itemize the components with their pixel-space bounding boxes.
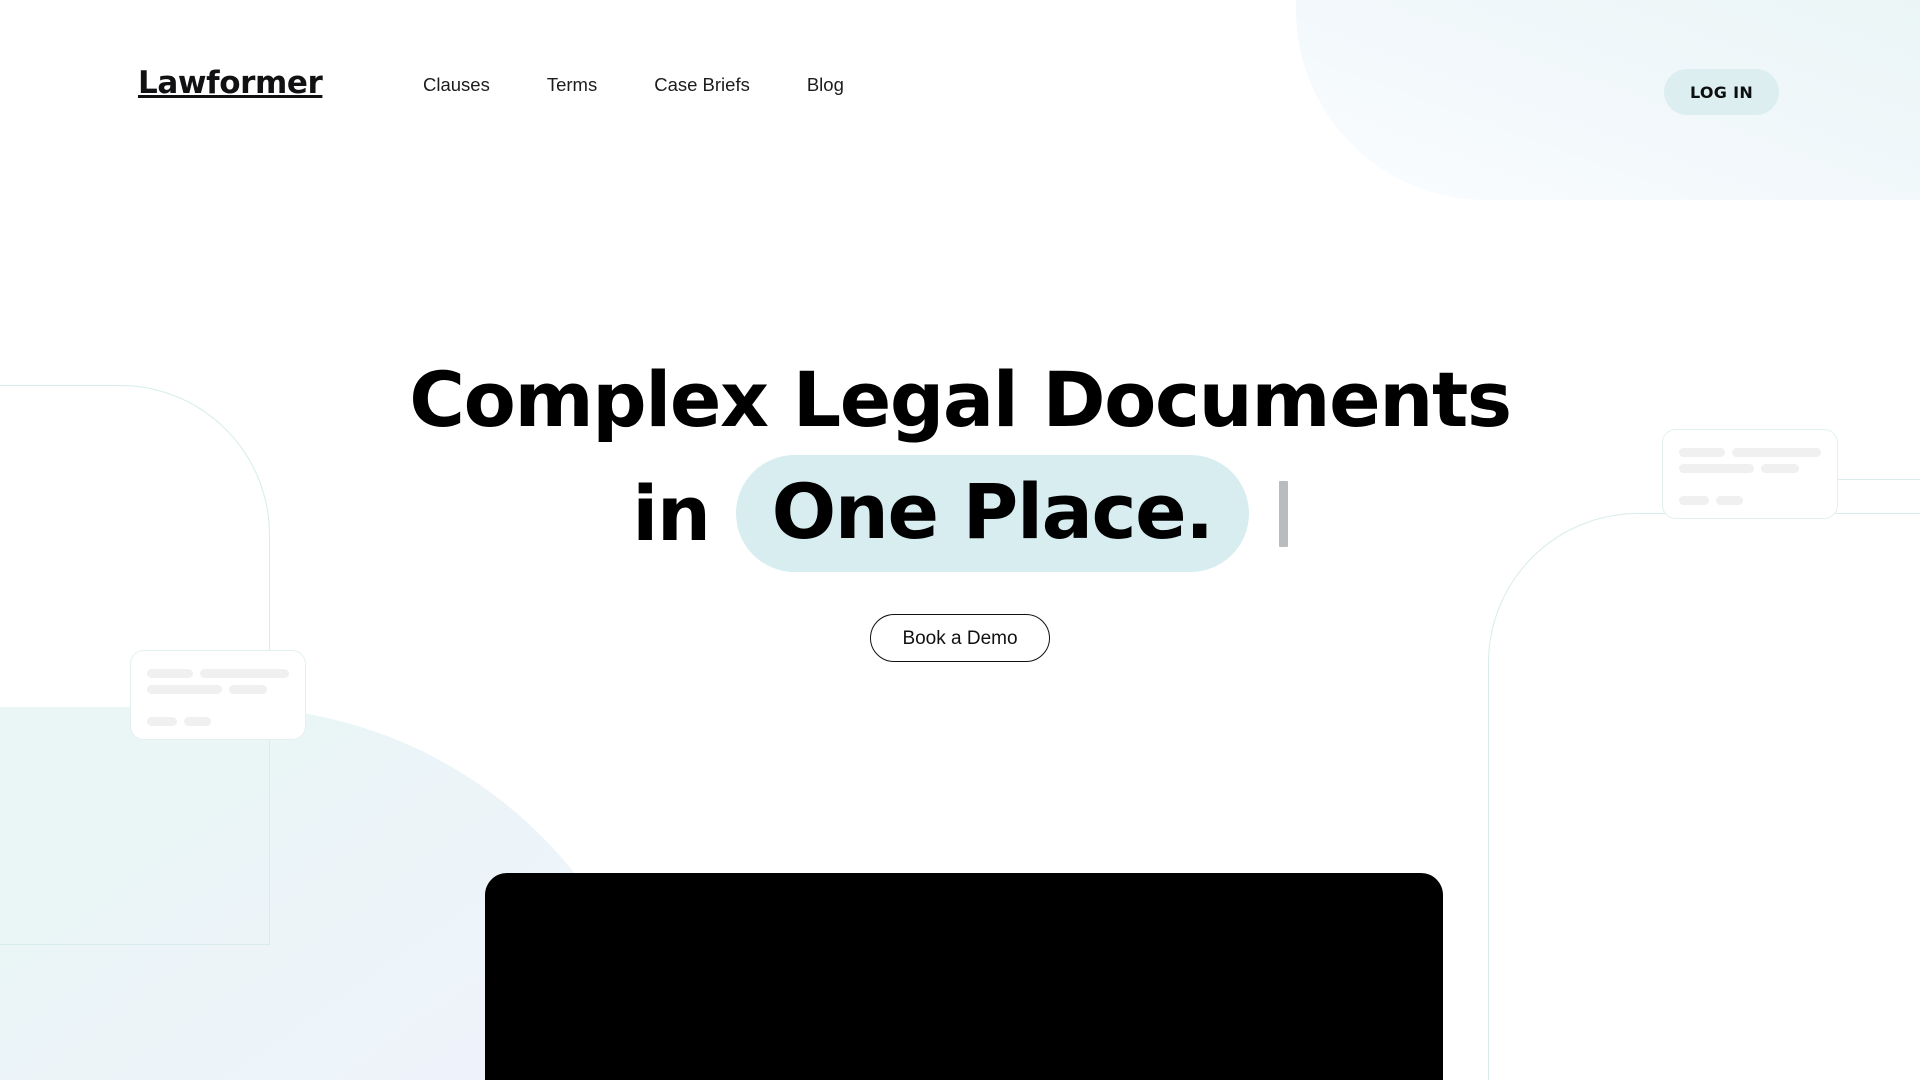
headline-line-1: Complex Legal Documents (409, 355, 1512, 444)
skeleton-bar (200, 669, 289, 678)
skeleton-row (147, 685, 289, 694)
video-panel[interactable] (485, 873, 1443, 1080)
nav-item-clauses[interactable]: Clauses (423, 75, 490, 95)
book-a-demo-button[interactable]: Book a Demo (870, 614, 1050, 663)
headline-prefix: in (632, 468, 711, 558)
landing-page: Lawformer Clauses Terms Case Briefs Blog… (0, 0, 1920, 1080)
skeleton-row (147, 717, 289, 726)
nav-item-case-briefs[interactable]: Case Briefs (654, 75, 750, 95)
skeleton-row (147, 669, 289, 678)
hero-cta-wrapper: Book a Demo (0, 614, 1920, 663)
headline-highlight-pill: One Place. (735, 454, 1249, 573)
page-title: Complex Legal Documents in One Place. (0, 355, 1920, 573)
skeleton-bar (147, 685, 222, 694)
brand-logo[interactable]: Lawformer (138, 68, 323, 99)
site-header: Lawformer Clauses Terms Case Briefs Blog… (0, 0, 1920, 150)
skeleton-bar (229, 685, 267, 694)
headline-line-2: in One Place. (0, 454, 1920, 573)
login-button[interactable]: LOG IN (1664, 69, 1779, 115)
typing-cursor-icon (1278, 480, 1288, 547)
skeleton-bar (147, 717, 177, 726)
skeleton-card-left (130, 650, 306, 740)
skeleton-bar (147, 669, 194, 678)
main-navigation: Clauses Terms Case Briefs Blog (423, 75, 844, 95)
nav-item-blog[interactable]: Blog (807, 75, 844, 95)
skeleton-bar (184, 717, 211, 726)
nav-item-terms[interactable]: Terms (547, 75, 597, 95)
hero-section: Complex Legal Documents in One Place. Bo… (0, 355, 1920, 663)
